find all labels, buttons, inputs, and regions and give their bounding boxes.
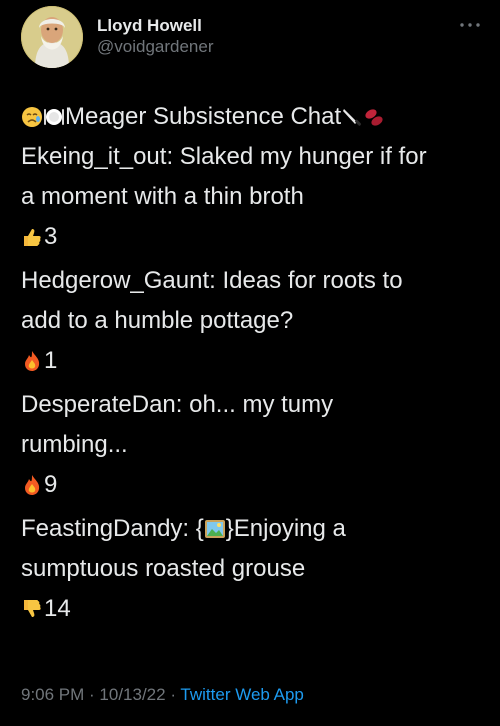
message-line: Ekeing_it_out: Slaked my hunger if for — [21, 143, 427, 170]
chat-title-text: Meager Subsistence Chat — [65, 103, 342, 130]
message-line: DesperateDan: oh... my tumy — [21, 391, 334, 418]
tweet-text: Meager Subsistence Chat Ekeing_it_out: S… — [21, 97, 486, 629]
chat-title: Meager Subsistence Chat — [21, 97, 486, 137]
message-line: Hedgerow_Gaunt: Ideas for roots to — [21, 267, 403, 294]
reaction-count: 1 — [44, 347, 58, 374]
reaction-row: 3 — [21, 217, 486, 257]
reaction-count: 14 — [44, 595, 71, 622]
tweet-header: Lloyd Howell @voidgardener — [21, 6, 481, 82]
framed-picture-icon — [204, 520, 225, 538]
tweet-time[interactable]: 9:06 PM — [21, 685, 84, 704]
beans-icon — [365, 109, 383, 126]
fire-icon — [25, 475, 40, 495]
reaction-count: 3 — [44, 223, 58, 250]
avatar-portrait-icon — [21, 6, 83, 68]
reaction-row: 1 — [21, 341, 486, 381]
tweet-date[interactable]: 10/13/22 — [99, 685, 165, 704]
message-line: sumptuous roasted grouse — [21, 555, 306, 582]
message-line: FeastingDandy: { }Enjoying a — [21, 509, 486, 549]
message-text: FeastingDandy: { — [21, 515, 204, 542]
thumbs-down-icon — [24, 600, 41, 617]
tweet-meta: 9:06 PM · 10/13/22 · Twitter Web App — [21, 684, 304, 706]
reaction-row: 14 — [21, 589, 486, 629]
reaction-count: 9 — [44, 471, 58, 498]
more-options-icon[interactable] — [459, 18, 481, 30]
author-block: Lloyd Howell @voidgardener — [97, 16, 214, 57]
avatar[interactable] — [21, 6, 83, 68]
meta-separator: · — [84, 685, 100, 704]
sad-face-icon — [22, 107, 42, 127]
reaction-row: 9 — [21, 465, 486, 505]
thumbs-up-icon — [24, 229, 41, 246]
tweet-source-link[interactable]: Twitter Web App — [180, 685, 303, 704]
meta-separator: · — [165, 685, 181, 704]
message-text: }Enjoying a — [225, 515, 346, 542]
display-name[interactable]: Lloyd Howell — [97, 16, 214, 36]
knife-icon — [343, 109, 362, 126]
plate-icon — [44, 109, 64, 125]
message-line: rumbing... — [21, 431, 128, 458]
message-line: add to a humble pottage? — [21, 307, 294, 334]
fire-icon — [25, 351, 40, 371]
message-line: a moment with a thin broth — [21, 183, 304, 210]
handle[interactable]: @voidgardener — [97, 37, 214, 57]
